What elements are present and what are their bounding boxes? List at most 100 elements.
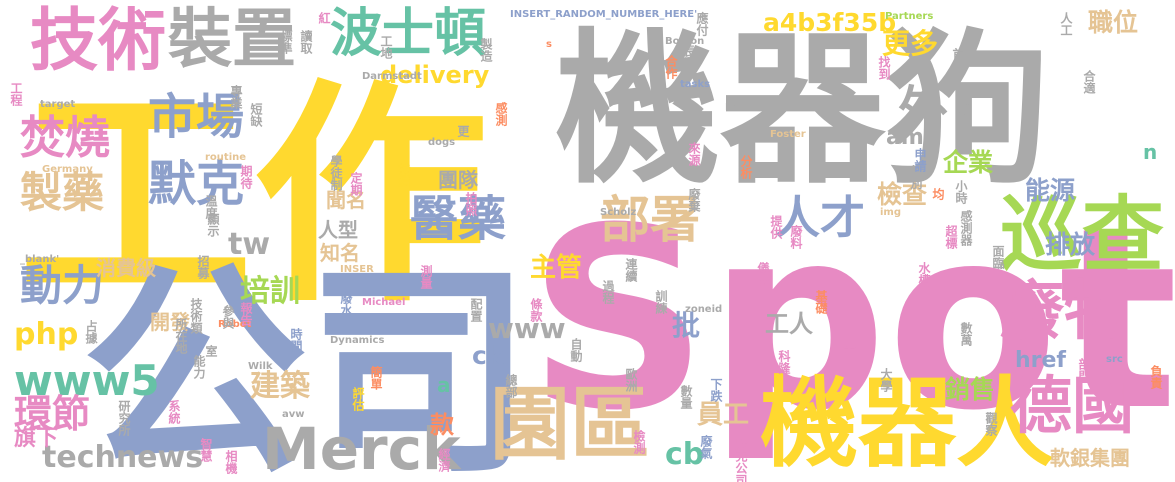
cloud-word: 旗下 [14,426,59,451]
cloud-word: n [1143,140,1158,164]
cloud-word: target [40,99,76,110]
cloud-word: 期待 [239,165,253,189]
cloud-word: Scholz [600,207,637,218]
cloud-word: src [1106,354,1123,365]
cloud-word: 訓練 [654,290,668,314]
cloud-word: 系統 [167,400,181,424]
cloud-word: 服務 [957,100,971,124]
cloud-word: 知名 [320,241,360,265]
cloud-word: 總部 [504,374,518,398]
cloud-word: 消費級 [96,256,156,280]
cloud-word: 工程 [9,82,23,106]
cloud-word: 醫藥 [410,191,507,247]
cloud-word: 小時 [954,180,968,204]
cloud-word: 室 [204,345,218,357]
cloud-word: 申請 [913,148,927,172]
cloud-word: avw [282,409,305,420]
cloud-word: 經濟 [437,448,451,472]
cloud-word: 製藥 [20,168,105,217]
cloud-word: 技術類 [189,298,203,334]
cloud-word: 儀表 [756,262,770,286]
cloud-word: 波士頓 [330,4,487,64]
cloud-word: tw [228,227,271,262]
cloud-word: ck [472,341,504,370]
cloud-word: a [437,373,451,397]
word-cloud: 機器狗 工作 Spot 公司 機器人 巡查 廢物 德國 園區 技術 裝置 波士頓 Merck 部署 醫藥 人才… [0,0,1175,482]
cloud-word: 人型 [318,218,358,242]
cloud-word: INSERT_RANDOM_NUMBER_HERE' [510,9,698,20]
cloud-word: 能源 [1025,176,1076,205]
cloud-word: 提供 [769,215,783,239]
cloud-word: 條款 [529,298,543,322]
cloud-word: 部門 [1077,358,1091,382]
cloud-word: 過程 [601,280,615,304]
cloud-word: 合作 [664,55,678,79]
cloud-word: 排放 [1045,230,1096,259]
cloud-word: 批 [672,309,701,342]
cloud-word: Foster [770,129,806,140]
cloud-word: 大學 [879,368,893,392]
cloud-word: 簡單 [369,366,383,390]
cloud-word: 款 [430,411,454,439]
cloud-word: 找到 [877,56,891,80]
cloud-word: 均 [931,188,945,200]
cloud-word: 專業 [229,85,243,109]
cloud-word: 默克公司 [734,438,748,482]
cloud-word: 報告 [239,302,253,326]
cloud-word: 連續 [624,258,638,282]
cloud-word: 負責 [1149,365,1163,389]
cloud-word: 人工 [1059,12,1073,36]
cloud-word: 感測 [494,102,508,126]
cloud-word: a4b3f35b [763,8,897,37]
cloud-word: 企業 [943,148,994,177]
cloud-word: Partners [885,11,934,22]
cloud-word: 廢水 [339,292,353,316]
cloud-word: 智慧 [199,438,213,462]
cloud-word: 廢氣 [699,435,713,459]
cloud-word: 研究所 [117,400,131,436]
cloud-word: 下跌 [709,378,723,402]
cloud-word: 觀察 [984,412,998,436]
cloud-word: 紅 [317,12,331,24]
cloud-word: 數萬 [959,322,973,346]
cloud-word: 歐洲 [624,368,638,392]
cloud-word: www [488,312,566,345]
cloud-word: Wilk [248,361,273,372]
cloud-word: 技術 [30,2,167,81]
cloud-word: 標準 [279,30,293,54]
cloud-word: Dorian [725,102,763,113]
cloud-word: zoneid [685,304,723,315]
cloud-word: 裝置 [168,3,296,77]
cloud-word: 軟銀集團 [1050,446,1130,470]
cloud-word: href [1015,348,1067,373]
cloud-word: 溫度 [204,195,218,219]
cloud-word: 配置 [469,298,483,322]
cloud-word: 廢棄 [687,188,701,212]
cloud-word: 自動 [569,338,583,362]
cloud-word: 相機 [224,450,238,474]
cloud-word: 廢物 [1000,275,1128,349]
cloud-word: 超標 [944,225,958,249]
cloud-word: 更 [456,125,470,137]
cloud-word: 更多 [882,27,939,60]
cloud-word: 分析 [739,155,753,179]
cloud-word: 面臨 [991,245,1005,269]
cloud-word: 員工 [697,400,750,430]
cloud-word: 廢料 [789,225,803,249]
cloud-word: 水槽 [917,262,931,286]
cloud-word: php [14,317,79,352]
cloud-word: 短缺 [249,103,263,127]
cloud-word: _blank' [20,254,60,265]
cloud-word: 來源 [687,142,701,166]
cloud-word: 參與 [221,305,235,329]
cloud-word: img [880,207,902,218]
cloud-word: 首圖 [951,48,965,72]
cloud-word: 建築 [250,369,310,404]
cloud-word: 工地 [379,35,393,59]
cloud-word: Michael [362,297,406,308]
cloud-word: 德國 [1010,369,1135,442]
cloud-word: 團隊 [438,168,478,192]
cloud-word: 焚燒 [20,111,111,164]
cloud-word: 長期 [682,45,696,69]
cloud-word: Germany [42,164,93,175]
